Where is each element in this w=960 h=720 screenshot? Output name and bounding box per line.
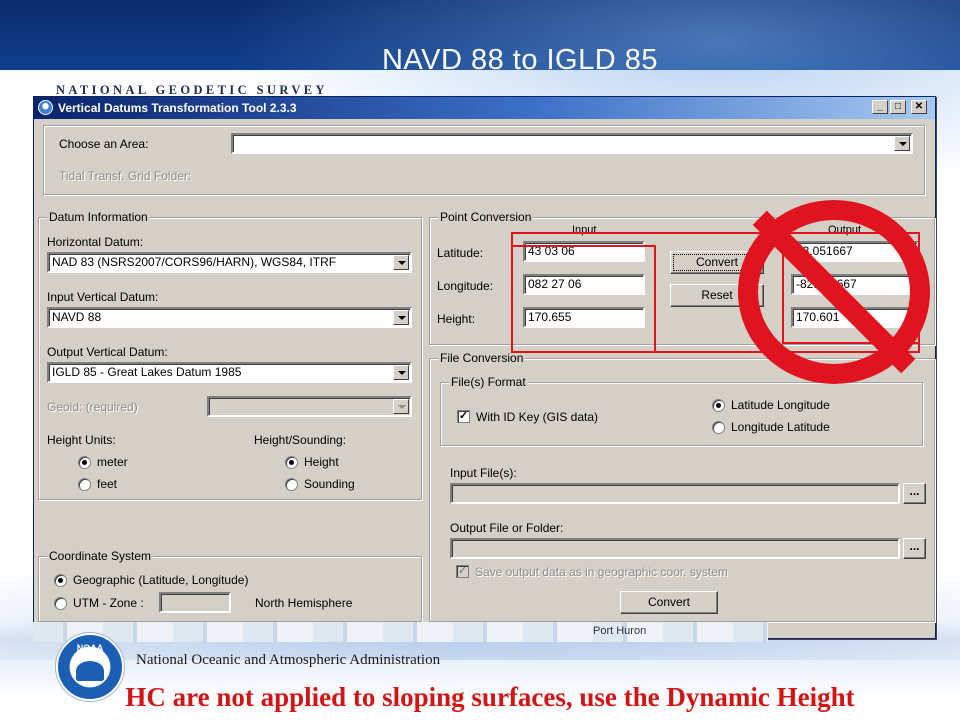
horizontal-datum-value: NAD 83 (NSRS2007/CORS96/HARN), WGS84, IT… [52,255,337,269]
file-conversion-title: File Conversion [438,351,526,365]
input-vertical-datum-value: NAVD 88 [52,310,102,324]
output-vertical-datum-combo[interactable]: IGLD 85 - Great Lakes Datum 1985 [47,362,412,383]
geographic-radio[interactable] [54,574,67,587]
longitude-label: Longitude: [437,279,494,293]
prohibition-icon [738,200,930,384]
datum-info-title: Datum Information [47,210,150,224]
lat-lon-radio[interactable] [712,399,725,412]
horizontal-datum-combo[interactable]: NAD 83 (NSRS2007/CORS96/HARN), WGS84, IT… [47,252,412,273]
output-vertical-datum-value: IGLD 85 - Great Lakes Datum 1985 [52,365,242,379]
datum-info-group: Datum Information Horizontal Datum: NAD … [38,210,422,500]
input-browse-button[interactable]: ... [903,483,926,504]
utm-label: UTM - Zone : [73,596,144,610]
horizontal-datum-label: Horizontal Datum: [47,235,144,249]
noaa-logo-text: NOAA [76,643,104,653]
chevron-down-icon[interactable] [393,255,409,270]
hemisphere-label: North Hemisphere [255,596,353,610]
input-highlight-rect [511,245,656,353]
choose-area-combo[interactable] [231,133,913,154]
chevron-down-icon[interactable] [894,136,910,151]
agency-name: National Oceanic and Atmospheric Adminis… [136,652,441,668]
chevron-down-icon[interactable] [393,399,409,414]
geoid-label: Geoid: (required) [47,400,138,414]
height-units-label: Height Units: [47,433,116,447]
utm-radio[interactable] [54,597,67,610]
coordinate-system-title: Coordinate System [47,549,154,563]
lat-lon-label: Latitude Longitude [731,398,830,412]
feet-label: feet [97,477,118,491]
maximize-button[interactable]: □ [890,100,906,114]
utm-zone-input[interactable] [159,592,231,613]
minimize-button[interactable]: _ [872,100,888,114]
choose-area-label: Choose an Area: [59,137,149,151]
area-group: Choose an Area: Tidal Transf. Grid Folde… [43,125,925,195]
slide-title: NAVD 88 to IGLD 85 [381,44,659,76]
height-label: Height: [437,312,476,326]
save-geo-label: Save output data as in geographic coor. … [475,565,728,579]
file-format-group: File(s) Format ✓ With ID Key (GIS data) … [440,375,923,446]
output-folder-label: Output File or Folder: [450,521,564,535]
input-files-label: Input File(s): [450,466,517,480]
noaa-bird-icon [76,661,104,681]
sounding-radio[interactable] [285,478,298,491]
close-button[interactable]: ✕ [911,100,927,114]
file-format-title: File(s) Format [449,375,528,389]
file-conversion-group: File Conversion File(s) Format ✓ With ID… [429,351,935,622]
id-key-checkbox[interactable]: ✓ [457,410,470,423]
geographic-label: Geographic (Latitude, Longitude) [73,573,249,587]
window-title: Vertical Datums Transformation Tool 2.3.… [58,101,297,115]
output-vertical-datum-label: Output Vertical Datum: [47,345,168,359]
height-option-label: Height [304,455,339,469]
lon-lat-label: Longitude Latitude [731,420,830,434]
input-vertical-datum-label: Input Vertical Datum: [47,290,159,304]
input-vertical-datum-combo[interactable]: NAVD 88 [47,307,412,328]
lon-lat-radio[interactable] [712,421,725,434]
chevron-down-icon[interactable] [393,310,409,325]
save-geo-checkbox[interactable]: ✓ [456,565,469,578]
sounding-option-label: Sounding [304,477,355,491]
meter-label: meter [97,455,128,469]
feet-radio[interactable] [78,478,91,491]
geoid-combo[interactable] [207,396,412,417]
file-convert-button[interactable]: Convert [620,591,718,614]
grid-folder-label: Tidal Transf. Grid Folder: [59,169,192,183]
meter-radio[interactable] [78,456,91,469]
output-browse-button[interactable]: ... [903,538,926,559]
map-label: Port Huron [593,625,647,637]
app-icon [38,100,53,115]
slide-footnote: HC are not applied to sloping surfaces, … [125,682,855,712]
chevron-down-icon[interactable] [393,365,409,380]
height-radio[interactable] [285,456,298,469]
map-strip: Port Huron [33,622,768,642]
coordinate-system-group: Coordinate System Geographic (Latitude, … [38,549,422,622]
input-files-field[interactable] [450,483,900,504]
id-key-label: With ID Key (GIS data) [476,410,599,424]
point-conversion-title: Point Conversion [438,210,534,224]
height-sounding-label: Height/Sounding: [254,433,347,447]
window-titlebar[interactable]: Vertical Datums Transformation Tool 2.3.… [34,97,935,119]
latitude-label: Latitude: [437,246,484,260]
output-folder-field[interactable] [450,538,900,559]
